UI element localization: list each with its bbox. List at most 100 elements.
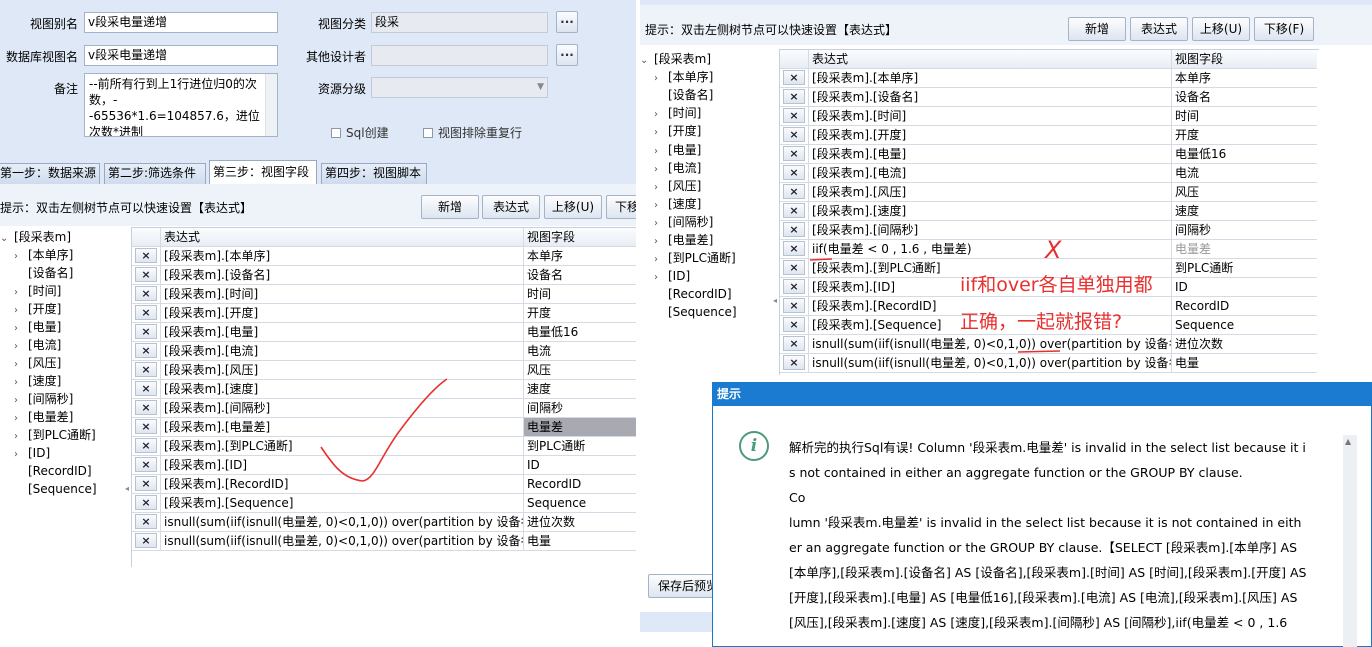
delete-icon[interactable]: × [783, 165, 805, 180]
tree-node[interactable]: [设备名] [654, 86, 713, 104]
header-view-field[interactable]: 视图字段 [1172, 50, 1317, 68]
remark-scrollbar[interactable] [265, 74, 277, 136]
tree-node[interactable]: [RecordID] [14, 462, 92, 480]
new-button[interactable]: 新增 [421, 195, 479, 219]
tab-step2[interactable]: 第二步:筛选条件 [104, 163, 206, 184]
tree-node[interactable]: › [电流] [654, 159, 701, 179]
delete-icon[interactable]: × [135, 248, 157, 263]
expression-cell[interactable]: [段采表m].[间隔秒] [809, 221, 1172, 239]
expression-cell[interactable]: [段采表m].[设备名] [161, 266, 524, 284]
delete-icon[interactable]: × [135, 438, 157, 453]
delete-icon[interactable]: × [135, 324, 157, 339]
expression-cell[interactable]: [段采表m].[Sequence] [161, 494, 524, 512]
expression-cell[interactable]: [段采表m].[电量] [809, 145, 1172, 163]
view-field-cell[interactable]: RecordID [524, 475, 636, 493]
delete-icon[interactable]: × [783, 222, 805, 237]
move-up-button[interactable]: 上移(U) [1192, 17, 1250, 41]
delete-icon[interactable]: × [135, 267, 157, 282]
expression-cell[interactable]: [段采表m].[电量] [161, 323, 524, 341]
tree-node[interactable]: › [风压] [14, 354, 61, 374]
delete-icon[interactable]: × [135, 476, 157, 491]
view-field-cell[interactable]: 到PLC通断 [524, 437, 636, 455]
view-field-cell[interactable]: 设备名 [524, 266, 636, 284]
tab-step3[interactable]: 第三步：视图字段 [209, 160, 317, 184]
delete-icon[interactable]: × [783, 203, 805, 218]
view-field-cell[interactable]: 电量低16 [524, 323, 636, 341]
tree-node[interactable]: › [本单序] [654, 68, 713, 88]
view-field-cell[interactable]: 间隔秒 [1172, 221, 1317, 239]
delete-icon[interactable]: × [135, 381, 157, 396]
tree-node[interactable]: › [电流] [14, 336, 61, 356]
table-row[interactable]: × [段采表m].[设备名] 设备名 [132, 266, 636, 285]
header-expression[interactable]: 表达式 [161, 228, 524, 246]
delete-icon[interactable]: × [783, 336, 805, 351]
expression-cell[interactable]: [段采表m].[本单序] [809, 69, 1172, 87]
delete-icon[interactable]: × [135, 362, 157, 377]
tree-node[interactable]: › [开度] [654, 122, 701, 142]
delete-icon[interactable]: × [135, 286, 157, 301]
view-field-cell[interactable]: 电量 [524, 532, 636, 550]
tree-node[interactable]: › [速度] [654, 195, 701, 215]
chevron-down-icon[interactable]: ⌄ [0, 230, 14, 248]
tree-node[interactable]: › [本单序] [14, 246, 73, 266]
table-row[interactable]: × [段采表m].[本单序] 本单序 [780, 69, 1317, 88]
view-field-cell[interactable]: 电量低16 [1172, 145, 1317, 163]
table-row[interactable]: × [段采表m].[开度] 开度 [132, 304, 636, 323]
other-designer-browse-button[interactable]: ... [556, 44, 578, 66]
table-row[interactable]: × [段采表m].[时间] 时间 [780, 107, 1317, 126]
delete-icon[interactable]: × [135, 533, 157, 548]
table-row[interactable]: × [段采表m].[电量] 电量低16 [780, 145, 1317, 164]
move-down-button[interactable]: 下移 [606, 195, 636, 219]
table-row[interactable]: × [段采表m].[电流] 电流 [132, 342, 636, 361]
resource-level-select[interactable]: ▼ [371, 77, 548, 98]
view-field-cell[interactable]: 本单序 [524, 247, 636, 265]
view-field-cell[interactable]: Sequence [524, 494, 636, 512]
view-field-cell[interactable]: 速度 [524, 380, 636, 398]
expression-cell[interactable]: isnull(sum(iif(isnull(电量差, 0)<0,1,0)) ov… [161, 513, 524, 531]
table-row[interactable]: × [段采表m].[本单序] 本单序 [132, 247, 636, 266]
tree-root-node[interactable]: ⌄ [段采表m] [0, 228, 71, 248]
remark-textarea[interactable]: --前所有行到上1行进位归0的次数，--65536*1.6=104857.6，进… [84, 73, 278, 137]
sql-create-checkbox[interactable]: Sql创建 [331, 124, 389, 141]
view-field-cell[interactable]: 间隔秒 [524, 399, 636, 417]
expression-cell[interactable]: isnull(sum(iif(isnull(电量差, 0)<0,1,0)) ov… [161, 532, 524, 550]
view-alias-input[interactable]: v段采电量递增 [84, 12, 278, 33]
view-field-cell[interactable]: 开度 [1172, 126, 1317, 144]
splitter-arrow-icon[interactable]: ◂ [125, 484, 129, 493]
delete-icon[interactable]: × [783, 279, 805, 294]
view-field-cell[interactable]: ID [524, 456, 636, 474]
tree-node[interactable]: › [风压] [654, 177, 701, 197]
db-view-name-input[interactable]: v段采电量递增 [84, 45, 278, 66]
expression-button[interactable]: 表达式 [1130, 17, 1188, 41]
delete-icon[interactable]: × [783, 146, 805, 161]
expression-cell[interactable]: [段采表m].[开度] [809, 126, 1172, 144]
view-field-cell[interactable]: 本单序 [1172, 69, 1317, 87]
move-down-button[interactable]: 下移(F) [1254, 17, 1314, 41]
tree-node[interactable]: › [间隔秒] [654, 213, 713, 233]
view-field-cell[interactable]: RecordID [1172, 297, 1317, 315]
dialog-scrollbar[interactable]: ▲ [1343, 435, 1357, 647]
table-row[interactable]: × [段采表m].[开度] 开度 [780, 126, 1317, 145]
delete-icon[interactable]: × [783, 241, 805, 256]
table-row[interactable]: × isnull(sum(iif(isnull(电量差, 0)<0,1,0)) o… [132, 513, 636, 532]
expression-cell[interactable]: [段采表m].[速度] [809, 202, 1172, 220]
delete-icon[interactable]: × [135, 495, 157, 510]
table-row[interactable]: × [段采表m].[速度] 速度 [780, 202, 1317, 221]
view-field-cell[interactable]: 进位次数 [1172, 335, 1317, 353]
delete-icon[interactable]: × [135, 305, 157, 320]
table-row[interactable]: × [段采表m].[风压] 风压 [780, 183, 1317, 202]
dedupe-checkbox[interactable]: 视图排除重复行 [423, 124, 522, 141]
header-view-field[interactable]: 视图字段 [524, 228, 636, 246]
table-row[interactable]: × [段采表m].[电流] 电流 [780, 164, 1317, 183]
expression-cell[interactable]: [段采表m].[风压] [809, 183, 1172, 201]
delete-icon[interactable]: × [783, 355, 805, 370]
tree-root-node[interactable]: ⌄ [段采表m] [640, 50, 711, 70]
tree-node[interactable]: [设备名] [14, 264, 73, 282]
expression-cell[interactable]: [段采表m].[本单序] [161, 247, 524, 265]
tree-node[interactable]: › [电量] [14, 318, 61, 338]
tree-node[interactable]: › [电量差] [654, 231, 713, 251]
tree-node[interactable]: › [到PLC通断] [654, 249, 736, 269]
expression-cell[interactable]: [段采表m].[时间] [161, 285, 524, 303]
expression-cell[interactable]: [段采表m].[开度] [161, 304, 524, 322]
expression-cell[interactable]: [段采表m].[电流] [809, 164, 1172, 182]
